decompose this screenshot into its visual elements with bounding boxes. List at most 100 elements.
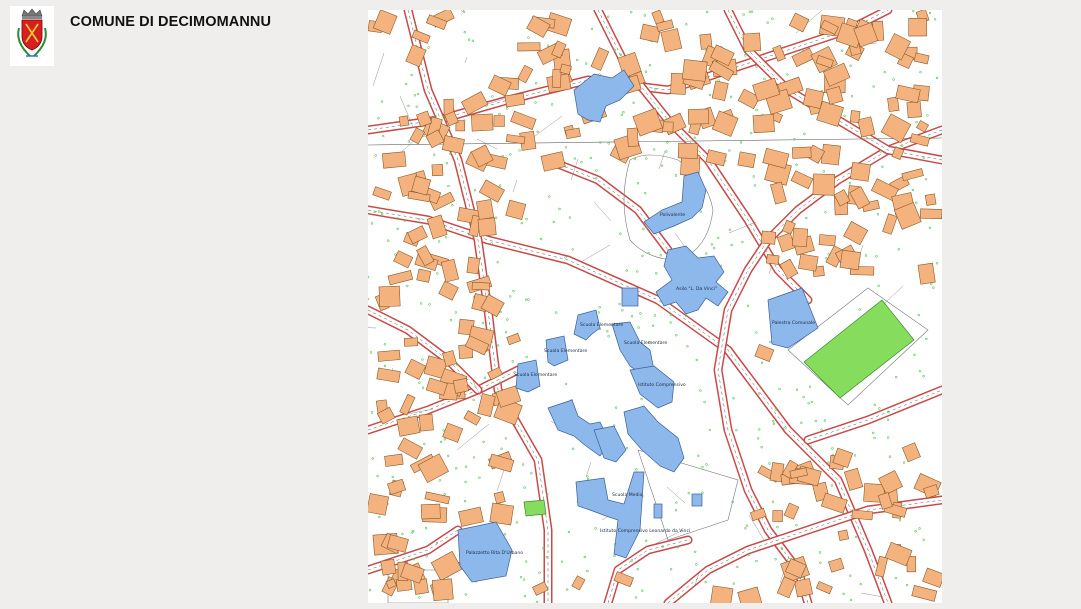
tree-dot (565, 588, 569, 591)
tree-dot (525, 355, 528, 359)
building (742, 32, 762, 52)
tree-dot (621, 309, 624, 312)
tree-dot (647, 251, 650, 255)
tree-dot (594, 527, 597, 530)
tree-dot (795, 523, 798, 527)
tree-dot (369, 351, 373, 354)
polivalente-building (643, 171, 707, 235)
building (802, 87, 825, 110)
tree-dot (728, 149, 731, 152)
tree-dot (918, 527, 921, 530)
tree-dot (808, 385, 812, 388)
building (571, 575, 586, 591)
tree-dot (518, 149, 521, 152)
tree-dot (500, 447, 503, 450)
building (798, 253, 819, 272)
tree-dot (481, 321, 485, 325)
building (901, 168, 924, 182)
building (426, 214, 448, 240)
tree-dot (607, 15, 610, 19)
tree-dot (795, 388, 799, 391)
tree-dot (525, 560, 528, 563)
tree-dot (858, 308, 861, 311)
tree-dot (522, 463, 525, 466)
tree-dot (418, 596, 421, 599)
tree-dot (807, 402, 810, 405)
tree-dot (755, 331, 758, 334)
tree-dot (854, 535, 858, 539)
building (851, 509, 874, 521)
tree-dot (383, 364, 387, 368)
tree-dot (818, 551, 822, 554)
tree-dot (564, 146, 568, 149)
building (505, 199, 527, 220)
tree-dot (498, 112, 501, 116)
building (677, 142, 699, 159)
parcel-line (372, 52, 385, 87)
tree-dot (872, 85, 875, 88)
tree-dot (606, 330, 609, 333)
tree-dot (712, 247, 716, 250)
tree-dot (747, 553, 751, 557)
tree-dot (396, 227, 399, 231)
tree-dot (701, 491, 704, 494)
tree-dot (918, 370, 922, 373)
label-istituto: Istituto Comprensivo (638, 382, 686, 388)
tree-dot (701, 466, 704, 469)
parcel-line (580, 244, 611, 263)
building (815, 581, 833, 595)
building (812, 173, 836, 196)
tree-dot (586, 477, 590, 481)
road-surface (545, 157, 671, 253)
tree-dot (506, 107, 509, 110)
tree-dot (674, 174, 678, 177)
building (626, 127, 639, 147)
city-map: Scuola Elementare Scuola Elementare Scuo… (368, 10, 942, 603)
tree-dot (676, 546, 680, 549)
tree-dot (675, 501, 678, 504)
tree-dot (915, 201, 918, 204)
building (849, 110, 861, 124)
building (681, 59, 708, 82)
tree-dot (675, 334, 678, 337)
tree-dot (376, 475, 379, 478)
tree-dot (618, 302, 621, 306)
tree-dot (665, 150, 668, 153)
tree-dot (928, 226, 932, 230)
tree-dot (590, 27, 594, 31)
tree-dot (633, 157, 637, 161)
building (919, 208, 942, 220)
tree-dot (535, 82, 538, 85)
tree-dot (496, 261, 499, 264)
building (794, 578, 813, 598)
tree-dot (643, 14, 646, 17)
tree-dot (853, 454, 857, 457)
tree-dot (573, 157, 577, 160)
building (737, 586, 763, 603)
tree-dot (368, 588, 372, 592)
tree-dot (772, 422, 776, 425)
tree-dot (753, 184, 757, 187)
tree-dot (567, 530, 571, 534)
building (470, 113, 494, 132)
building (788, 12, 810, 33)
school-building (623, 405, 685, 473)
tree-dot (482, 440, 485, 443)
tree-dot (525, 298, 528, 301)
tree-dot (641, 589, 644, 592)
building (901, 442, 921, 463)
tree-dot (464, 593, 468, 596)
building (754, 343, 775, 363)
tree-dot (447, 184, 450, 188)
tree-dot (404, 82, 408, 86)
tree-dot (494, 216, 498, 219)
tree-dot (368, 276, 370, 279)
tree-dot (538, 571, 541, 574)
tree-dot (911, 188, 915, 192)
tree-dot (560, 560, 564, 563)
building (477, 393, 496, 417)
building (478, 179, 505, 203)
building (828, 557, 845, 573)
tree-dot (619, 232, 622, 235)
parcel-line (368, 327, 377, 329)
